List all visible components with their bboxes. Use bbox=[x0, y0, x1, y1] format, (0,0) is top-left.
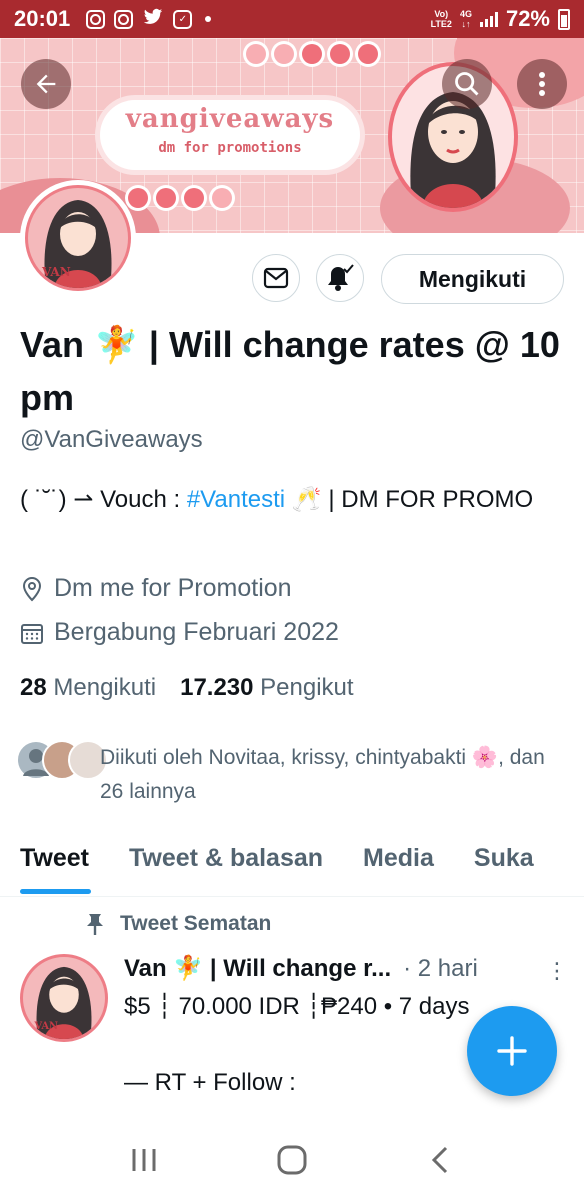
network-type-label: 4G bbox=[459, 9, 472, 19]
profile-bio: ( ˙˘˙) ⇀ Vouch : #Vantesti 🥂 | DM FOR PR… bbox=[20, 480, 560, 519]
bio-hashtag-link[interactable]: #Vantesti bbox=[187, 486, 285, 513]
recent-apps-button[interactable] bbox=[114, 1130, 174, 1190]
search-button[interactable] bbox=[442, 59, 492, 109]
network-type: 4G ↓↑ bbox=[459, 9, 472, 29]
system-nav-bar bbox=[0, 1120, 584, 1200]
plus-icon bbox=[497, 1036, 527, 1066]
pin-icon bbox=[87, 914, 103, 935]
calendar-icon bbox=[21, 623, 43, 644]
dot-icon bbox=[205, 16, 212, 22]
pinned-label-text: Tweet Sematan bbox=[120, 912, 272, 935]
tab-likes[interactable]: Suka bbox=[454, 828, 554, 896]
banner-subtitle: dm for promotions bbox=[158, 140, 302, 156]
following-count-link[interactable]: 28 Mengikuti bbox=[20, 674, 156, 702]
home-icon bbox=[277, 1145, 307, 1175]
tweet-author-name[interactable]: Van 🧚 | Will change r... bbox=[124, 954, 391, 983]
decor-dots-bottom bbox=[128, 188, 232, 208]
profile-stats: 28 Mengikuti 17.230 Pengikut bbox=[20, 674, 354, 702]
tweet-time[interactable]: · 2 hari bbox=[403, 955, 478, 983]
tab-media[interactable]: Media bbox=[343, 828, 454, 896]
profile-join-date: Bergabung Februari 2022 bbox=[20, 618, 339, 647]
join-date-text: Bergabung Februari 2022 bbox=[54, 618, 339, 646]
followers-count-link[interactable]: 17.230 Pengikut bbox=[180, 674, 353, 702]
following-label: Mengikuti bbox=[53, 674, 157, 701]
svg-text:VAN: VAN bbox=[33, 1021, 57, 1032]
banner-brand: vangiveaways bbox=[125, 104, 335, 134]
signal-icon bbox=[479, 11, 498, 27]
recent-apps-icon bbox=[132, 1149, 156, 1171]
tweet-more-icon[interactable]: ⋮ bbox=[546, 958, 568, 984]
decor-dots-top bbox=[246, 44, 378, 64]
home-button[interactable] bbox=[262, 1130, 322, 1190]
network-indicator: Vo) LTE2 bbox=[431, 9, 452, 29]
search-icon bbox=[455, 72, 479, 96]
battery-percent: 72% bbox=[505, 6, 550, 31]
svg-text:VAN: VAN bbox=[41, 265, 71, 279]
back-button[interactable] bbox=[21, 59, 71, 109]
followers-count: 17.230 bbox=[180, 674, 254, 701]
profile-location: Dm me for Promotion bbox=[20, 574, 292, 603]
bell-check-icon bbox=[328, 264, 354, 291]
status-notification-icons: ✓ bbox=[86, 7, 212, 32]
battery-icon bbox=[558, 8, 570, 30]
following-button[interactable]: Mengikuti bbox=[381, 254, 564, 304]
chevron-left-icon bbox=[431, 1146, 448, 1174]
location-text: Dm me for Promotion bbox=[54, 574, 292, 602]
pinned-tweet-label: Tweet Sematan bbox=[86, 912, 271, 936]
tab-tweet-replies[interactable]: Tweet & balasan bbox=[109, 828, 343, 896]
twitter-icon bbox=[142, 7, 164, 32]
compose-tweet-button[interactable] bbox=[467, 1006, 557, 1096]
tweet-header: Van 🧚 | Will change r... · 2 hari bbox=[124, 954, 544, 983]
profile-handle: @VanGiveaways bbox=[20, 426, 203, 453]
bio-text-start: ( ˙˘˙) ⇀ Vouch : bbox=[20, 486, 187, 513]
tweet-author-avatar[interactable]: VAN bbox=[20, 954, 108, 1042]
instagram-icon bbox=[86, 9, 106, 29]
location-pin-icon bbox=[22, 576, 42, 601]
tab-tweet[interactable]: Tweet bbox=[0, 828, 109, 896]
network-lte-label: LTE2 bbox=[430, 19, 452, 29]
mail-icon bbox=[263, 267, 289, 289]
arrow-left-icon bbox=[36, 74, 56, 94]
followed-by-text[interactable]: Diikuti oleh Novitaa, krissy, chintyabak… bbox=[100, 741, 570, 809]
tweet-text-line: $5 ┆ 70.000 IDR ┆₱240 • 7 days bbox=[124, 993, 470, 1020]
network-volte-label: Vo) bbox=[434, 9, 449, 19]
message-button[interactable] bbox=[252, 254, 300, 302]
status-time: 20:01 bbox=[14, 6, 71, 31]
followers-label: Pengikut bbox=[260, 674, 354, 701]
following-count: 28 bbox=[20, 674, 47, 701]
bio-text-end: 🥂 | DM FOR PROMO bbox=[285, 486, 534, 513]
profile-avatar[interactable]: VAN bbox=[20, 180, 136, 296]
status-bar: 20:01 ✓ Vo) LTE2 4G ↓↑ 72% bbox=[0, 0, 584, 38]
followed-by-avatars[interactable] bbox=[16, 740, 108, 780]
notification-button[interactable] bbox=[316, 254, 364, 302]
checklist-icon: ✓ bbox=[173, 9, 193, 29]
tweet-text-line: — RT + Follow : bbox=[124, 1069, 296, 1096]
profile-name: Van 🧚 | Will change rates @ 10 pm bbox=[20, 324, 560, 418]
back-nav-button[interactable] bbox=[410, 1130, 470, 1190]
more-vertical-icon bbox=[539, 72, 545, 96]
instagram-icon bbox=[114, 9, 134, 29]
profile-tabs: Tweet Tweet & balasan Media Suka bbox=[0, 828, 584, 897]
more-options-button[interactable] bbox=[517, 59, 567, 109]
